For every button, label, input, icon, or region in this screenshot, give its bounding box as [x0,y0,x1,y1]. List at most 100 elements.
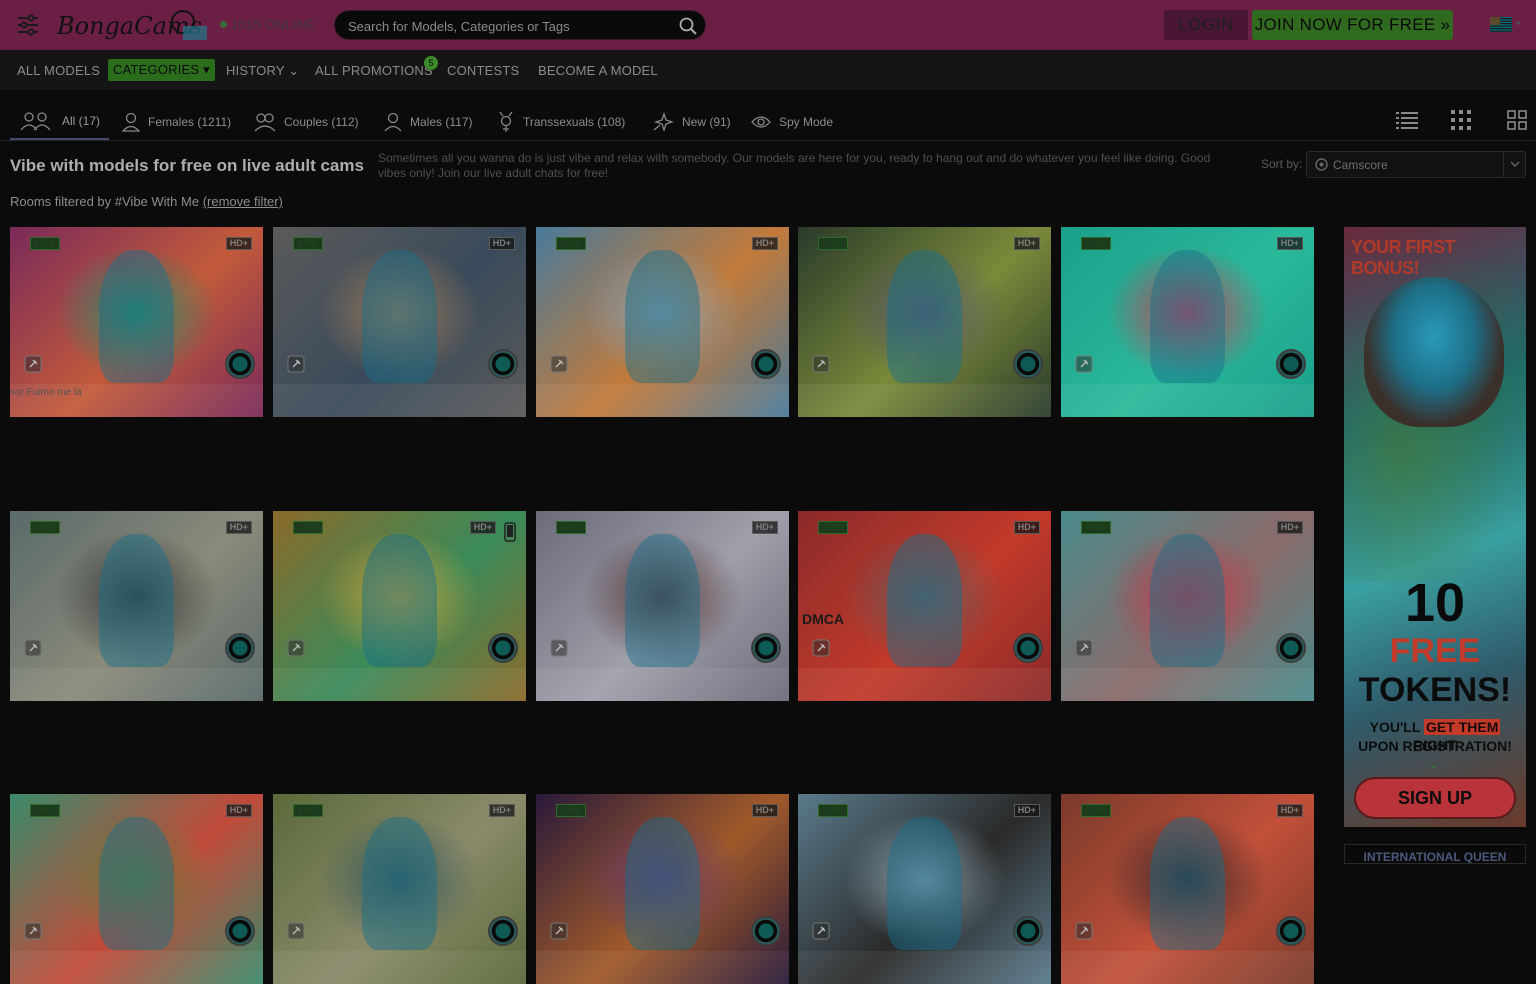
tab-couples[interactable]: Couples (112) [254,104,358,140]
bonus-banner[interactable]: YOUR FIRST BONUS! 10 FREE TOKENS! YOU'LL… [1344,227,1526,827]
nav-contests[interactable]: CONTESTS [447,63,519,78]
nav-all-promotions[interactable]: ALL PROMOTIONS [315,63,433,78]
international-queen-banner[interactable]: INTERNATIONAL QUEEN [1344,844,1526,864]
model-tile[interactable]: LIVE HD+ [273,511,526,701]
mic-icon [812,922,830,940]
us-flag-icon[interactable] [1490,17,1512,32]
tile-footer [536,668,789,701]
favorite-ring-icon[interactable] [225,633,255,663]
tab-males[interactable]: Males (117) [384,104,472,140]
tab-label: Couples (112) [284,115,359,129]
banner-free: FREE [1389,632,1481,670]
model-tile[interactable]: LIVE HD+ [1061,227,1314,417]
model-tile[interactable]: LIVE HD+ [273,794,526,984]
model-tile[interactable]: LIVE HD+ [798,794,1051,984]
sliders-icon[interactable] [16,14,40,36]
favorite-ring-icon[interactable] [225,916,255,946]
hd-badge: HD+ [225,804,252,817]
couple-icon [254,113,276,132]
tab-label: Males (117) [410,115,473,129]
model-thumbnail [886,249,963,383]
hd-badge: HD+ [751,804,778,817]
tile-footer [536,384,789,417]
favorite-ring-icon[interactable] [751,633,781,663]
signup-button[interactable]: SIGN UP [1354,777,1516,819]
tile-footer [10,951,263,984]
mic-icon [287,922,305,940]
login-button[interactable]: LOGIN [1164,10,1248,40]
join-button[interactable]: JOIN NOW FOR FREE » [1252,10,1453,40]
tab-new[interactable]: New (91) [652,104,731,140]
mic-icon [1075,922,1093,940]
favorite-ring-icon[interactable] [751,349,781,379]
model-tile[interactable]: LIVE HD+ [536,794,789,984]
favorite-ring-icon[interactable] [1013,916,1043,946]
tab-all[interactable]: All (17) [10,104,109,140]
model-tile[interactable]: LIVE HD+ [10,794,263,984]
live-badge: LIVE [556,804,587,817]
sort-value: Camscore [1333,158,1388,172]
model-tile[interactable]: LIVE HD+ [1061,794,1314,984]
model-tile[interactable]: LIVE HD+ [10,511,263,701]
model-tile[interactable]: LIVE HD+ [536,511,789,701]
large-grid-view-icon[interactable] [1507,110,1527,135]
favorite-ring-icon[interactable] [1013,633,1043,663]
favorite-ring-icon[interactable] [751,916,781,946]
nav-become-a-model[interactable]: BECOME A MODEL [538,63,658,78]
nav-categories[interactable]: CATEGORIES ▾ [108,59,215,81]
bongacams-logo[interactable]: BongaCams [55,8,210,44]
favorite-ring-icon[interactable] [488,633,518,663]
tab-spy-mode[interactable]: Spy Mode [751,104,833,140]
sort-label: Sort by: [1261,157,1303,171]
banner-title: YOUR FIRST BONUS! [1351,237,1456,278]
list-view-icon[interactable] [1396,110,1418,135]
live-badge: LIVE [556,237,587,250]
tile-footer [798,384,1051,417]
model-tile[interactable]: LIVE HD+ [273,227,526,417]
dense-grid-view-icon[interactable] [1451,110,1471,135]
live-badge: LIVE [1081,237,1112,250]
tile-footer [798,951,1051,984]
nav-all-models[interactable]: ALL MODELS [17,63,100,78]
live-badge: LIVE [293,804,324,817]
hd-badge: HD+ [225,237,252,250]
model-thumbnail [624,533,701,667]
tile-footer [10,668,263,701]
model-tile[interactable]: LIVE HD+ sor Fuimo me la [10,227,263,417]
favorite-ring-icon[interactable] [225,349,255,379]
banner-number: 10 [1404,573,1466,633]
tile-footer [536,951,789,984]
favorite-ring-icon[interactable] [1013,349,1043,379]
tab-transsexuals[interactable]: Transsexuals (108) [497,104,625,140]
search-icon[interactable] [679,17,697,35]
promotions-badge: 5 [424,56,438,70]
live-badge: LIVE [293,521,324,534]
model-tile[interactable]: LIVE HD+ [798,227,1051,417]
remove-filter-link[interactable]: (remove filter) [203,194,283,209]
search-box [334,10,706,40]
tile-footer [273,668,526,701]
model-tile[interactable]: LIVE HD+ [536,227,789,417]
tile-footer [273,951,526,984]
chevron-down-icon[interactable] [1503,152,1525,177]
model-thumbnail [361,249,438,383]
svg-text:BongaCams: BongaCams [56,12,202,40]
chevron-down-icon[interactable]: ▾ [1516,18,1521,29]
chevron-down-icon: ⌄ [1428,757,1439,771]
favorite-ring-icon[interactable] [488,916,518,946]
sort-select[interactable]: Camscore [1306,151,1526,178]
favorite-ring-icon[interactable] [1276,349,1306,379]
mobile-phone-icon [504,522,516,542]
mic-icon [550,922,568,940]
search-input[interactable] [348,17,668,35]
model-thumbnail [361,533,438,667]
model-tile[interactable]: LIVE HD+ [1061,511,1314,701]
favorite-ring-icon[interactable] [1276,916,1306,946]
live-badge: LIVE [1081,804,1112,817]
favorite-ring-icon[interactable] [488,349,518,379]
nav-history[interactable]: HISTORY ⌄ [226,63,299,79]
tab-females[interactable]: Females (1211) [122,104,231,140]
live-badge: LIVE [818,804,849,817]
model-tile[interactable]: LIVE HD+ DMCA [798,511,1051,701]
favorite-ring-icon[interactable] [1276,633,1306,663]
